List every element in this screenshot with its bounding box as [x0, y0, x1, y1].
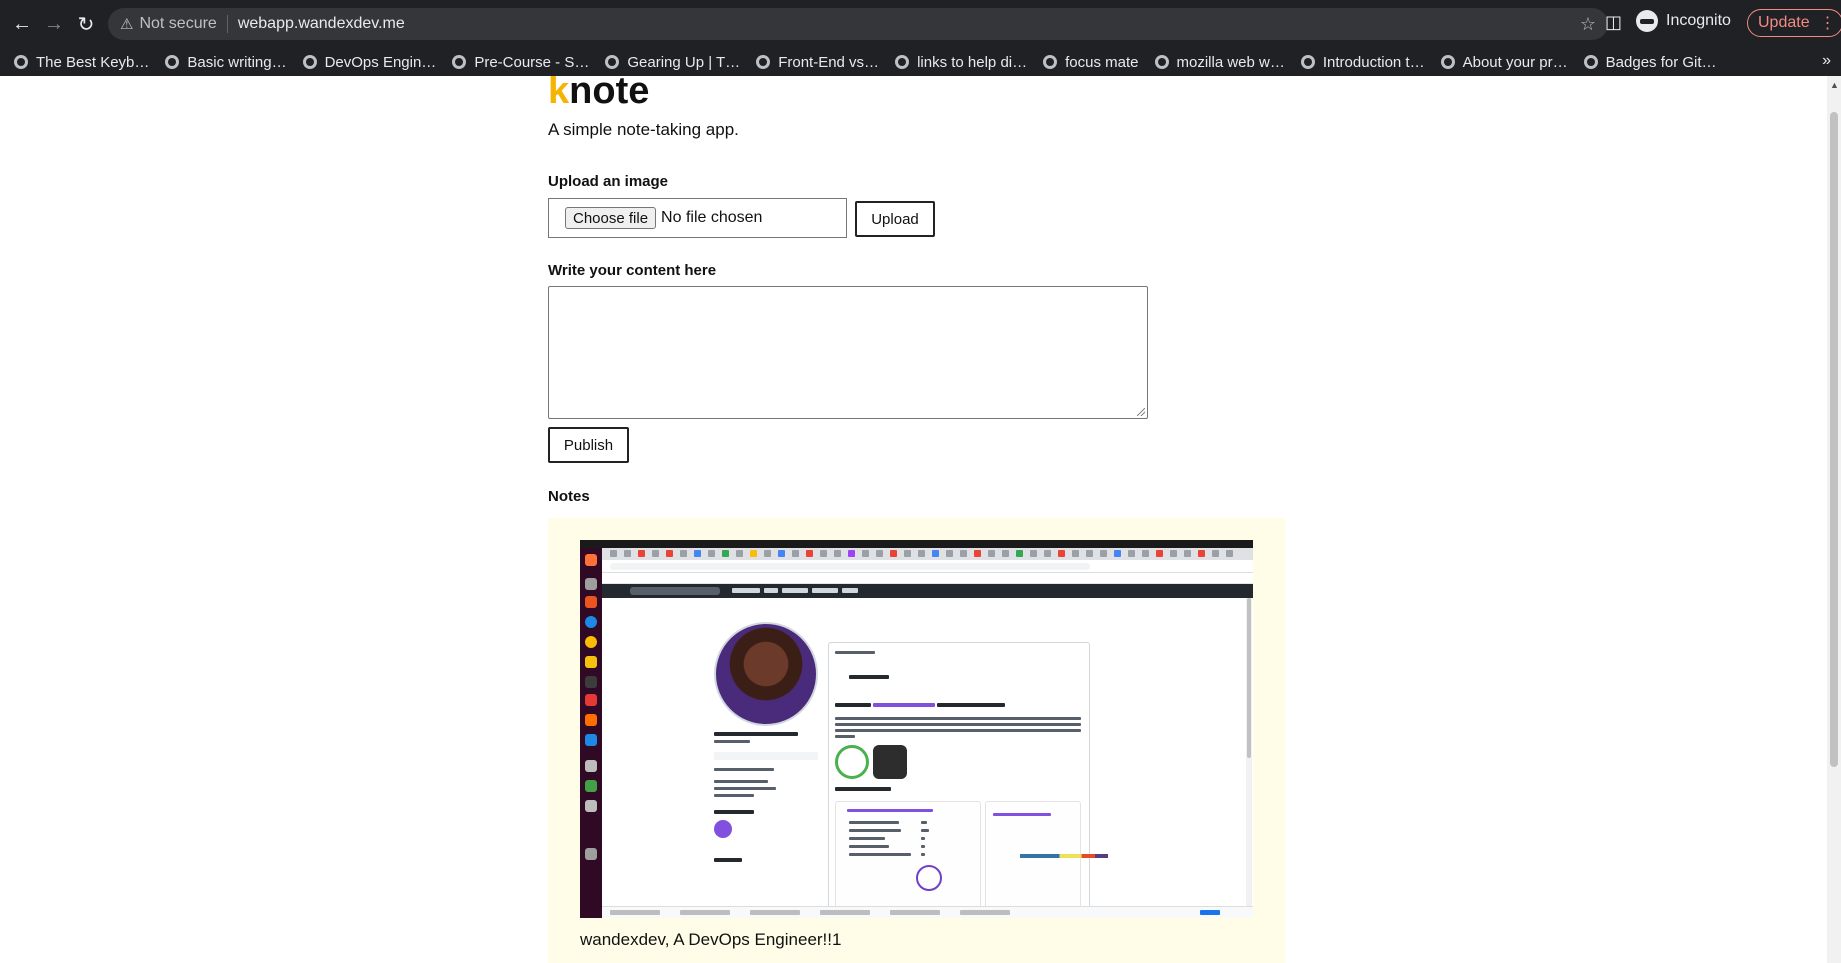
- globe-icon: [1440, 55, 1455, 69]
- choose-file-button[interactable]: Choose file: [565, 207, 657, 229]
- note-image-topbar: [580, 540, 1253, 548]
- globe-icon: [302, 55, 317, 69]
- bookmark-label: Basic writing…: [187, 53, 287, 71]
- bookmark-item[interactable]: Gearing Up | T…: [605, 54, 740, 71]
- security-label[interactable]: Not secure: [139, 15, 216, 33]
- note-image-avatar: [714, 622, 818, 726]
- resize-handle-icon[interactable]: [1137, 408, 1145, 416]
- logo-accent: k: [548, 76, 570, 112]
- note-caption: wandexdev, A DevOps Engineer!!1: [580, 930, 842, 949]
- file-input[interactable]: Choose file No file chosen: [548, 198, 847, 238]
- incognito-icon: [1636, 10, 1658, 32]
- upload-heading: Upload an image: [548, 173, 669, 190]
- app-tagline: A simple note-taking app.: [548, 120, 739, 139]
- bookmark-label: mozilla web w…: [1176, 53, 1285, 71]
- reload-icon[interactable]: ↻: [70, 8, 102, 40]
- bookmark-item[interactable]: About your pr…: [1440, 53, 1568, 71]
- scrollbar-thumb[interactable]: [1830, 112, 1838, 767]
- bookmark-label: DevOps Engin…: [324, 53, 437, 71]
- bookmark-item[interactable]: focus mate: [1043, 53, 1139, 71]
- back-arrow-icon[interactable]: ←: [6, 8, 38, 40]
- note-image-scrollbar: [1246, 598, 1252, 906]
- incognito-label: Incognito: [1666, 12, 1731, 29]
- globe-icon: [1583, 55, 1598, 69]
- note-image-bookmarks: [580, 573, 1253, 584]
- no-file-label: No file chosen: [661, 209, 763, 226]
- bookmarks-overflow-icon[interactable]: »: [1822, 52, 1831, 70]
- bookmark-label: Badges for Git…: [1605, 53, 1717, 71]
- bookmark-label: Introduction t…: [1322, 53, 1425, 71]
- note-image: [580, 540, 1253, 918]
- globe-icon: [14, 55, 28, 69]
- note-image-dock: [580, 548, 602, 918]
- incognito-indicator[interactable]: Incognito: [1636, 10, 1731, 32]
- note-image-github-header: [602, 584, 1253, 598]
- warning-icon[interactable]: ⚠: [120, 15, 133, 33]
- bookmark-label: links to help di…: [917, 53, 1028, 71]
- scroll-up-icon[interactable]: ▲: [1830, 80, 1839, 90]
- url-text[interactable]: webapp.wandexdev.me: [238, 15, 405, 33]
- upload-button[interactable]: Upload: [855, 201, 935, 237]
- side-panel-icon[interactable]: ◫: [1605, 12, 1625, 36]
- globe-icon: [756, 55, 771, 69]
- bookmark-label: Front-End vs…: [778, 53, 880, 71]
- bookmark-label: focus mate: [1065, 53, 1139, 71]
- browser-toolbar: ← → ↻ ⚠ Not secure webapp.wandexdev.me ☆…: [0, 0, 1841, 48]
- note-image-download-bar: [602, 906, 1253, 918]
- globe-icon: [452, 55, 467, 69]
- bookmark-item[interactable]: Pre-Course - S…: [452, 54, 589, 71]
- content-textarea[interactable]: [548, 286, 1148, 419]
- note-image-tabstrip: [580, 548, 1253, 560]
- bookmarks-bar: The Best Keyb… Basic writing… DevOps Eng…: [0, 48, 1841, 76]
- bookmark-item[interactable]: Basic writing…: [165, 53, 287, 71]
- bookmark-item[interactable]: The Best Keyb…: [14, 54, 149, 71]
- bookmark-item[interactable]: Badges for Git…: [1583, 53, 1717, 71]
- notes-heading: Notes: [548, 488, 590, 505]
- bookmark-label: About your pr…: [1462, 53, 1568, 71]
- bookmark-item[interactable]: mozilla web w…: [1154, 53, 1285, 71]
- note-card: wandexdev, A DevOps Engineer!!1: [548, 518, 1285, 963]
- publish-button[interactable]: Publish: [548, 427, 629, 463]
- app-logo: knote: [548, 76, 649, 113]
- bookmark-item[interactable]: Front-End vs…: [756, 54, 879, 71]
- address-bar[interactable]: ⚠ Not secure webapp.wandexdev.me ☆: [108, 8, 1608, 40]
- globe-icon: [1154, 55, 1169, 69]
- update-button[interactable]: Update ⋮: [1747, 9, 1841, 37]
- note-image-language-bar: [1020, 854, 1108, 858]
- more-menu-icon[interactable]: ⋮: [1820, 13, 1836, 33]
- bookmark-label: The Best Keyb…: [36, 53, 150, 71]
- bookmark-label: Gearing Up | T…: [627, 53, 741, 71]
- bookmark-label: Pre-Course - S…: [474, 53, 590, 71]
- update-label: Update: [1758, 14, 1810, 31]
- page-scrollbar[interactable]: ▲: [1827, 76, 1841, 963]
- github-icon: [165, 55, 180, 69]
- bookmark-item[interactable]: DevOps Engin…: [302, 53, 437, 71]
- note-image-name-line: [714, 732, 798, 736]
- globe-icon: [895, 55, 910, 69]
- content-heading: Write your content here: [548, 262, 717, 279]
- page-viewport: ▲ knote A simple note-taking app. Upload…: [0, 76, 1841, 963]
- note-image-grade-ring: [916, 865, 942, 891]
- logo-text: note: [569, 76, 650, 112]
- globe-icon: [1300, 55, 1315, 69]
- forward-arrow-icon[interactable]: →: [38, 8, 70, 40]
- bookmark-star-icon[interactable]: ☆: [1580, 14, 1596, 35]
- note-image-readme-panel: [828, 642, 1090, 912]
- address-divider: [226, 15, 228, 33]
- globe-icon: [605, 55, 620, 69]
- bookmark-item[interactable]: links to help di…: [895, 54, 1027, 71]
- globe-icon: [1043, 55, 1058, 69]
- note-image-addressbar: [580, 560, 1253, 573]
- bookmark-item[interactable]: Introduction t…: [1300, 53, 1425, 71]
